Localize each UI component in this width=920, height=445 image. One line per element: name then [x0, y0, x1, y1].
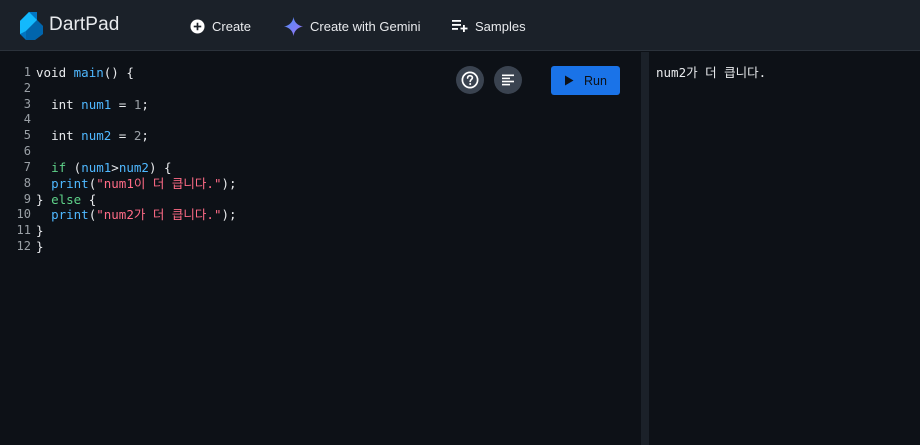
gemini-sparkle-icon: [284, 16, 303, 36]
playlist-add-icon: [452, 20, 468, 32]
token-keyword: void: [36, 65, 67, 80]
token-punct: {: [81, 191, 97, 207]
token-variable: num1: [81, 159, 112, 175]
token-variable: num1: [81, 96, 112, 112]
run-label: Run: [584, 73, 607, 88]
token-punct: ;: [141, 96, 149, 112]
token-operator: =: [111, 96, 134, 112]
token-punct: );: [221, 207, 237, 223]
create-label: Create: [212, 18, 252, 34]
code-line-11: }: [36, 223, 237, 239]
token-punct: ) {: [148, 159, 172, 175]
token-type: int: [51, 128, 74, 144]
token-keyword: else: [51, 191, 82, 207]
create-with-gemini-button[interactable]: Create with Gemini: [284, 15, 421, 37]
line-number: 9: [23, 191, 31, 206]
token-punct: );: [221, 175, 237, 191]
token-punct: (: [66, 159, 82, 175]
app-title: DartPad: [49, 14, 120, 35]
samples-label: Samples: [475, 18, 526, 34]
token-punct: }: [36, 239, 44, 255]
code-editor[interactable]: 1 2 3 4 5 6 7 8 9 10 11 12 void main() {…: [0, 52, 641, 445]
token-function: main: [73, 65, 104, 80]
token-string: "num2가 더 큽니다.": [96, 207, 222, 223]
token-punct: }: [36, 191, 52, 207]
code-line-1: void main() {: [36, 65, 237, 81]
create-with-gemini-label: Create with Gemini: [310, 18, 421, 34]
token-operator: =: [111, 128, 134, 144]
token-punct: () {: [103, 65, 134, 80]
line-number: 5: [23, 128, 31, 143]
token-string: "num1이 더 큽니다.": [96, 175, 222, 191]
play-icon: [565, 75, 574, 86]
line-number: 7: [23, 159, 31, 174]
create-button[interactable]: Create: [190, 15, 251, 37]
token-punct: ;: [141, 128, 149, 144]
line-number: 10: [16, 207, 31, 222]
line-number: 3: [23, 96, 31, 111]
help-circle-icon: [461, 71, 479, 89]
token-function: print: [51, 175, 89, 191]
token-function: print: [51, 207, 89, 223]
token-punct: }: [36, 223, 44, 239]
line-number: 1: [23, 65, 31, 79]
line-number: 4: [23, 112, 31, 127]
line-number: 8: [23, 175, 31, 190]
format-align-icon: [502, 74, 514, 86]
token-keyword: if: [51, 159, 67, 175]
code-line-7: if (num1>num2) {: [36, 160, 237, 176]
code-line-8: print("num1이 더 큽니다.");: [36, 175, 237, 192]
panel-splitter[interactable]: [641, 52, 649, 445]
dart-logo-icon: [20, 12, 43, 40]
code-line-3: int num1 = 1;: [36, 97, 237, 113]
token-variable: num2: [118, 159, 149, 175]
line-number: 2: [23, 80, 31, 95]
code-line-10: print("num2가 더 큽니다.");: [36, 207, 237, 223]
console-output-panel: num2가 더 큽니다.: [649, 52, 920, 445]
help-button[interactable]: [456, 66, 484, 94]
code-line-5: int num2 = 2;: [36, 128, 237, 144]
line-number: 11: [16, 223, 31, 238]
token-operator: >: [111, 159, 119, 175]
code-line-12: }: [36, 239, 237, 255]
code-line-9: } else {: [36, 192, 237, 208]
samples-button[interactable]: Samples: [452, 15, 526, 37]
format-button[interactable]: [494, 66, 522, 94]
line-number: 6: [23, 144, 31, 159]
line-number: 12: [16, 239, 31, 254]
line-number-gutter: 1 2 3 4 5 6 7 8 9 10 11 12: [0, 65, 31, 255]
top-bar: DartPad Create Create with Gemini Sample…: [0, 0, 920, 51]
run-button[interactable]: Run: [551, 66, 620, 95]
add-circle-icon: [190, 18, 205, 34]
code-content[interactable]: void main() { int num1 = 1; int num2 = 2…: [36, 65, 237, 255]
token-type: int: [51, 96, 74, 112]
token-variable: num2: [81, 128, 112, 144]
console-output-text: num2가 더 큽니다.: [656, 65, 767, 80]
